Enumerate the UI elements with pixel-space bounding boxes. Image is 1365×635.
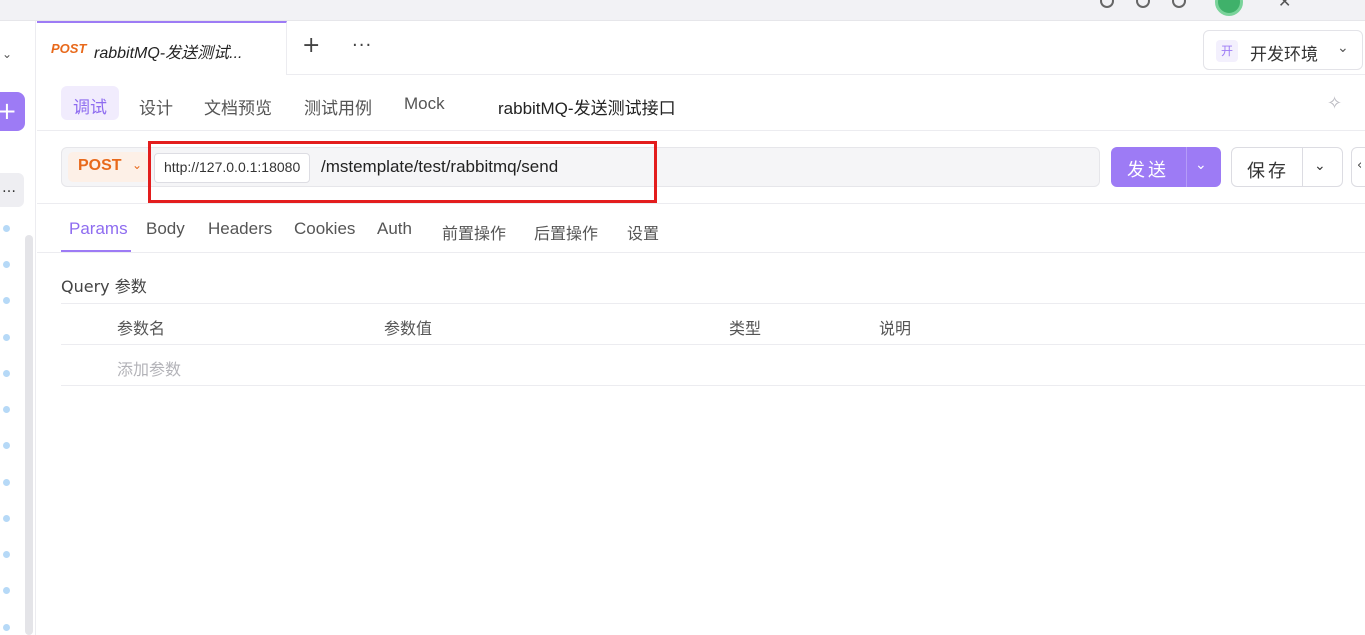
add-button[interactable]: +	[0, 92, 25, 131]
send-label: 发送	[1127, 160, 1169, 181]
sub-nav: 调试 设计 文档预览 测试用例 Mock rabbitMQ-发送测试接口 ✧	[37, 75, 1365, 131]
tab-rabbitmq-send[interactable]: POST rabbitMQ-发送测试...	[37, 21, 287, 75]
help-icon[interactable]	[1100, 0, 1114, 8]
subnav-debug[interactable]: 调试	[61, 86, 119, 120]
param-tabs: Params Body Headers Cookies Auth 前置操作 后置…	[37, 204, 1365, 253]
tab-cookies[interactable]: Cookies	[294, 219, 355, 239]
environment-select[interactable]: 开 开发环境 ⌄	[1203, 30, 1363, 70]
chevron-down-icon[interactable]: ⌄	[1195, 157, 1207, 173]
title-bar: ✕	[0, 0, 1365, 21]
column-header-description: 说明	[879, 319, 912, 338]
tree-dot-icon	[3, 406, 10, 413]
add-param-input[interactable]: 添加参数	[117, 356, 181, 380]
subnav-design[interactable]: 设计	[139, 94, 173, 119]
bell-icon[interactable]	[1172, 0, 1186, 8]
tree-dot-icon	[3, 297, 10, 304]
divider	[1302, 148, 1303, 186]
query-params-table: 参数名 参数值 类型 说明 添加参数	[61, 303, 1365, 386]
method-label: POST	[78, 157, 122, 174]
tree-dot-icon	[3, 370, 10, 377]
table-header: 参数名 参数值 类型 说明	[61, 303, 1365, 345]
save-button[interactable]: 保存 ⌄	[1231, 147, 1343, 187]
left-sidebar: ⌄ + …	[0, 21, 36, 635]
api-title[interactable]: rabbitMQ-发送测试接口	[498, 94, 676, 119]
tab-bar: POST rabbitMQ-发送测试... + ··· 开 开发环境 ⌄	[37, 21, 1365, 75]
tree-dot-icon	[3, 225, 10, 232]
tree-dot-icon	[3, 587, 10, 594]
more-actions-button[interactable]: ‹	[1351, 147, 1365, 187]
tab-post-processors[interactable]: 后置操作	[534, 220, 598, 244]
tree-dot-icon	[3, 515, 10, 522]
tab-auth[interactable]: Auth	[377, 219, 412, 239]
tab-title: rabbitMQ-发送测试...	[94, 45, 243, 62]
tab-params[interactable]: Params	[69, 219, 128, 239]
highlight-annotation	[148, 141, 657, 203]
sidebar-scrollbar[interactable]	[25, 235, 33, 635]
tree-dot-icon	[3, 442, 10, 449]
more-icon[interactable]: …	[0, 173, 24, 207]
close-icon[interactable]: ✕	[1278, 0, 1291, 11]
tab-pre-processors[interactable]: 前置操作	[442, 220, 506, 244]
tab-method-label: POST	[51, 41, 87, 56]
tab-body[interactable]: Body	[146, 219, 185, 239]
notification-icon[interactable]	[1136, 0, 1150, 8]
chevron-down-icon: ⌄	[132, 158, 143, 172]
sparkle-icon[interactable]: ✧	[1327, 93, 1342, 114]
chevron-down-icon: ⌄	[1337, 40, 1349, 56]
column-header-name: 参数名	[117, 319, 166, 338]
tree-dot-icon	[3, 334, 10, 341]
tree-dot-icon	[3, 479, 10, 486]
environment-badge: 开	[1216, 40, 1238, 62]
active-tab-indicator	[61, 250, 131, 252]
tree-dot-icon	[3, 624, 10, 631]
column-header-value: 参数值	[384, 319, 433, 338]
tab-more-button[interactable]: ···	[352, 35, 372, 56]
subnav-doc-preview[interactable]: 文档预览	[204, 94, 272, 119]
subnav-mock[interactable]: Mock	[404, 94, 445, 114]
save-label: 保存	[1247, 161, 1289, 182]
tab-settings[interactable]: 设置	[627, 220, 659, 244]
send-button[interactable]: 发送 ⌄	[1111, 147, 1221, 187]
tree-dot-icon	[3, 551, 10, 558]
chevron-left-icon: ‹	[1357, 158, 1363, 173]
avatar[interactable]	[1215, 0, 1243, 16]
chevron-down-icon[interactable]: ⌄	[1314, 158, 1326, 174]
environment-name: 开发环境	[1250, 45, 1318, 65]
divider	[1186, 147, 1187, 187]
column-header-type: 类型	[729, 319, 762, 338]
query-params-title: Query 参数	[61, 277, 147, 296]
chevron-down-icon[interactable]: ⌄	[2, 47, 12, 61]
tree-dot-icon	[3, 261, 10, 268]
table-row: 添加参数	[61, 345, 1365, 386]
subnav-test-cases[interactable]: 测试用例	[304, 94, 372, 119]
tab-headers[interactable]: Headers	[208, 219, 272, 239]
new-tab-button[interactable]: +	[302, 33, 320, 58]
method-select[interactable]: POST ⌄	[68, 152, 148, 182]
